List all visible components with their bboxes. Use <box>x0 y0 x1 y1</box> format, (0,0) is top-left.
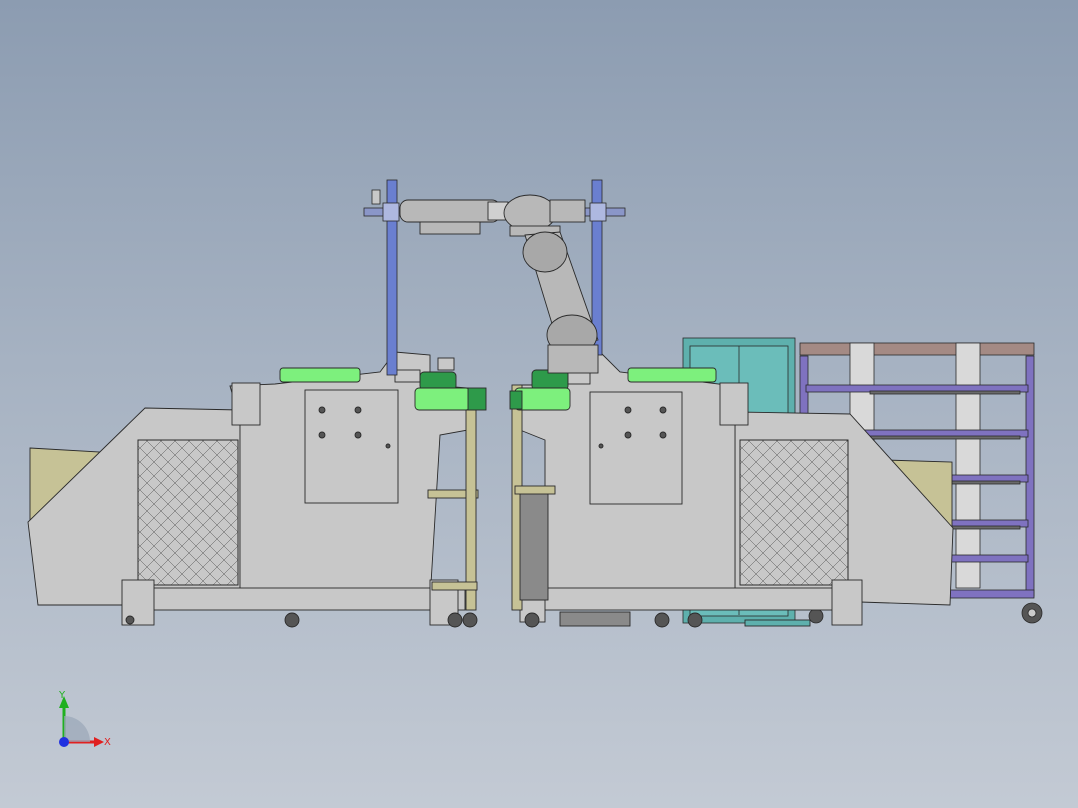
left-machine <box>27 351 487 628</box>
x-axis-label: X <box>104 737 111 748</box>
robot-arm <box>399 194 599 374</box>
assembly-drawing: Y X <box>27 179 1043 748</box>
axis-triad: Y X <box>58 690 111 748</box>
y-axis-label: Y <box>58 690 66 701</box>
cad-viewport[interactable]: Y X <box>0 0 1078 808</box>
